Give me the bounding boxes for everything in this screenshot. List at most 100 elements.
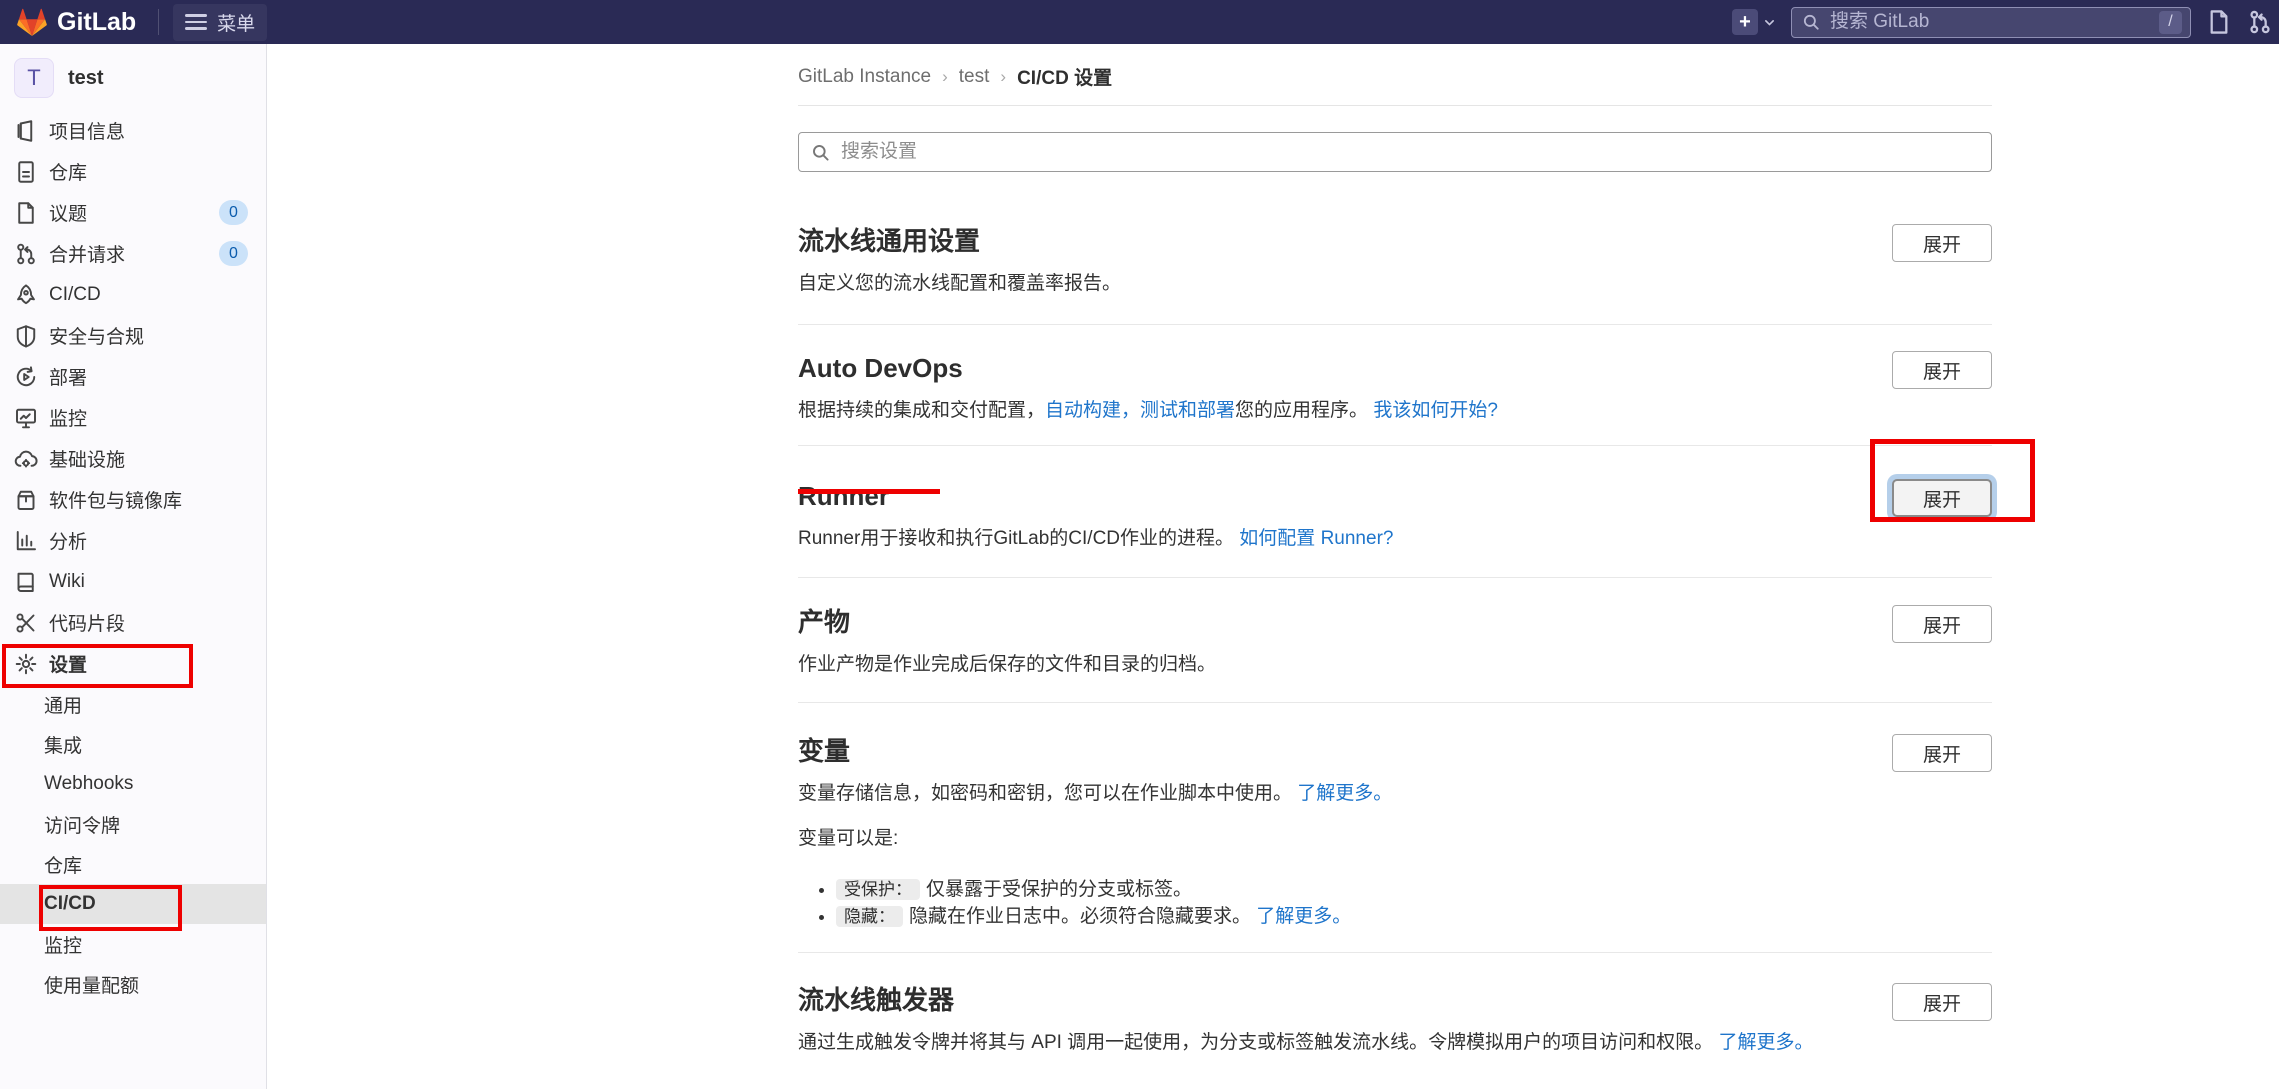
rocket-icon <box>14 283 38 307</box>
settings-section-runner: Runner展开Runner用于接收和执行GitLab的CI/CD作业的进程。 … <box>798 446 1992 578</box>
gitlab-brand[interactable]: GitLab <box>16 6 136 38</box>
section-intro: 变量可以是: <box>798 825 1992 852</box>
description-text: 作业产物是作业完成后保存的文件和目录的归档。 <box>798 654 1216 675</box>
settings-search[interactable] <box>798 132 1992 172</box>
sidebar-item-security-compliance[interactable]: 安全与合规 <box>0 315 266 356</box>
sidebar-item-analytics[interactable]: 分析 <box>0 520 266 561</box>
sidebar-item-merge-requests[interactable]: 合并请求0 <box>0 233 266 274</box>
breadcrumb-item[interactable]: GitLab Instance <box>798 66 931 88</box>
count-badge: 0 <box>219 241 248 266</box>
code-badge: 受保护： <box>836 879 920 900</box>
bullet-item: 隐藏：隐藏在作业日志中。必须符合隐藏要求。 了解更多。 <box>836 903 1992 930</box>
sidebar-item-label: CI/CD <box>49 284 101 306</box>
section-title: 流水线触发器 <box>798 983 954 1017</box>
sidebar-item-deployments[interactable]: 部署 <box>0 356 266 397</box>
settings-section-auto-devops: Auto DevOps 展开根据持续的集成和交付配置，自动构建，测试和部署您的应用… <box>798 325 1992 446</box>
settings-submenu-item-integrations[interactable]: 集成 <box>0 724 266 764</box>
help-link[interactable]: 了解更多。 <box>1256 906 1351 927</box>
sidebar-item-label: 部署 <box>49 363 87 390</box>
section-description: 自定义您的流水线配置和覆盖率报告。 <box>798 270 1992 297</box>
sidebar-item-settings[interactable]: 设置 <box>0 643 266 684</box>
sidebar-item-label: 议题 <box>49 199 87 226</box>
sidebar-item-repository[interactable]: 仓库 <box>0 151 266 192</box>
sidebar-item-packages-registries[interactable]: 软件包与镜像库 <box>0 479 266 520</box>
breadcrumb: GitLab Instance›test›CI/CD 设置 <box>798 44 1992 106</box>
sidebar-nav: 项目信息仓库议题0合并请求0CI/CD安全与合规部署监控基础设施软件包与镜像库分… <box>0 110 266 684</box>
section-title: 变量 <box>798 734 850 768</box>
sidebar-item-label: 软件包与镜像库 <box>49 486 182 513</box>
sidebar-item-monitor[interactable]: 监控 <box>0 397 266 438</box>
expand-button-runner[interactable]: 展开 <box>1892 479 1992 517</box>
expand-button-artifacts[interactable]: 展开 <box>1892 605 1992 643</box>
description-text: 隐藏在作业日志中。必须符合隐藏要求。 <box>909 906 1256 927</box>
settings-section-general-pipelines: 流水线通用设置 展开自定义您的流水线配置和覆盖率报告。 <box>798 193 1992 325</box>
sidebar-item-snippets[interactable]: 代码片段 <box>0 602 266 643</box>
global-search[interactable]: / <box>1791 7 2191 38</box>
description-text: 您的应用程序。 <box>1235 400 1373 421</box>
expand-button-pipeline-triggers[interactable]: 展开 <box>1892 983 1992 1021</box>
section-description: 根据持续的集成和交付配置，自动构建，测试和部署您的应用程序。 我该如何开始? <box>798 397 1992 424</box>
section-title: 产物 <box>798 605 850 639</box>
section-description: 通过生成触发令牌并将其与 API 调用一起使用，为分支或标签触发流水线。令牌模拟… <box>798 1029 1992 1056</box>
scissors-icon <box>14 611 38 635</box>
chevron-down-icon <box>1763 16 1776 29</box>
brand-wordmark: GitLab <box>57 8 136 37</box>
top-navbar: GitLab 菜单 + / <box>0 0 2279 44</box>
merge-requests-shortcut-icon[interactable] <box>2247 9 2273 35</box>
settings-submenu-item-ci-cd[interactable]: CI/CD <box>0 884 266 924</box>
sidebar-item-label: 项目信息 <box>49 117 125 144</box>
sidebar-item-wiki[interactable]: Wiki <box>0 561 266 602</box>
project-header[interactable]: T test <box>0 54 266 110</box>
help-link[interactable]: 我该如何开始? <box>1373 400 1498 421</box>
hamburger-icon <box>185 14 207 30</box>
count-badge: 0 <box>219 200 248 225</box>
issues-icon <box>14 201 38 225</box>
help-link[interactable]: 了解更多。 <box>1297 783 1392 804</box>
sidebar-item-project-information[interactable]: 项目信息 <box>0 110 266 151</box>
settings-submenu-item-general[interactable]: 通用 <box>0 684 266 724</box>
bullet-text: 仅暴露于受保护的分支或标签。 <box>926 879 1192 900</box>
gear-icon <box>14 652 38 676</box>
search-icon <box>1802 13 1820 31</box>
description-text: 自定义您的流水线配置和覆盖率报告。 <box>798 273 1121 294</box>
sidebar-item-issues[interactable]: 议题 0 <box>0 192 266 233</box>
description-text: 变量存储信息，如密码和密钥，您可以在作业脚本中使用。 <box>798 783 1297 804</box>
sidebar-item-infrastructure[interactable]: 基础设施 <box>0 438 266 479</box>
settings-submenu-item-usage-quotas[interactable]: 使用量配额 <box>0 964 266 1004</box>
help-link[interactable]: 如何配置 Runner? <box>1239 528 1393 549</box>
section-title: Auto DevOps <box>798 351 963 385</box>
description-text: 通过生成触发令牌并将其与 API 调用一起使用，为分支或标签触发流水线。令牌模拟… <box>798 1032 1718 1053</box>
sidebar-item-label: 设置 <box>49 650 87 677</box>
sidebar-item-label: 基础设施 <box>49 445 125 472</box>
sidebar-item-label: 监控 <box>49 404 87 431</box>
section-title: 流水线通用设置 <box>798 224 980 258</box>
sidebar-item-label: 仓库 <box>49 158 87 185</box>
sidebar-item-ci-cd[interactable]: CI/CD <box>0 274 266 315</box>
expand-button-variables[interactable]: 展开 <box>1892 734 1992 772</box>
gitlab-logo-icon <box>16 6 48 38</box>
description-text: Runner用于接收和执行GitLab的CI/CD作业的进程。 <box>798 528 1239 549</box>
settings-search-input[interactable] <box>839 140 1979 164</box>
bullet-text: 隐藏在作业日志中。必须符合隐藏要求。 了解更多。 <box>909 906 1351 927</box>
new-item-dropdown[interactable]: + <box>1732 9 1776 35</box>
sidebar-item-label: 安全与合规 <box>49 322 144 349</box>
menu-button[interactable]: 菜单 <box>173 4 267 41</box>
issues-shortcut-icon[interactable] <box>2206 9 2232 35</box>
settings-submenu-item-webhooks[interactable]: Webhooks <box>0 764 266 804</box>
description-text: 仅暴露于受保护的分支或标签。 <box>926 879 1192 900</box>
expand-button-auto-devops[interactable]: 展开 <box>1892 351 1992 389</box>
monitor-icon <box>14 406 38 430</box>
expand-button-general-pipelines[interactable]: 展开 <box>1892 224 1992 262</box>
help-link[interactable]: 自动构建，测试和部署 <box>1045 400 1235 421</box>
global-search-input[interactable] <box>1828 10 2151 34</box>
settings-submenu-item-repository[interactable]: 仓库 <box>0 844 266 884</box>
cloud-gear-icon <box>14 447 38 471</box>
settings-submenu-item-monitor[interactable]: 监控 <box>0 924 266 964</box>
book-icon <box>14 570 38 594</box>
sidebar-item-label: 代码片段 <box>49 609 125 636</box>
variables-bullet-list: 受保护： 仅暴露于受保护的分支或标签。隐藏：隐藏在作业日志中。必须符合隐藏要求。 … <box>798 876 1992 930</box>
breadcrumb-item[interactable]: test <box>959 66 990 88</box>
settings-submenu-item-access-tokens[interactable]: 访问令牌 <box>0 804 266 844</box>
help-link[interactable]: 了解更多。 <box>1718 1032 1813 1053</box>
shield-icon <box>14 324 38 348</box>
